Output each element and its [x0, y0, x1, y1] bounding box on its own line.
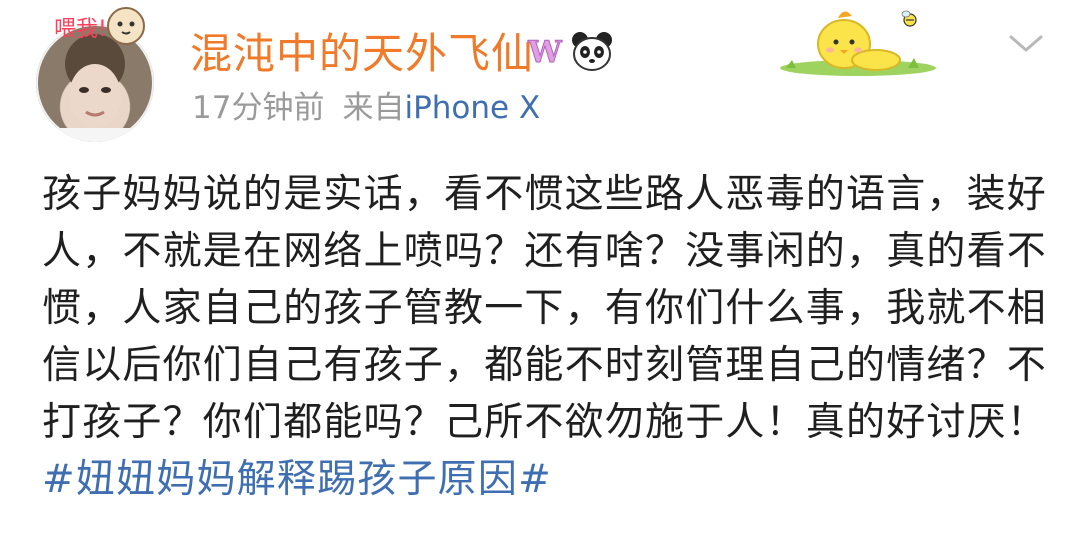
post-source-prefix: 来自	[342, 90, 405, 126]
svg-text:W: W	[527, 35, 563, 70]
avatar-sticker: 喂我!	[54, 7, 145, 45]
avatar-sticker-text: 喂我!	[54, 17, 107, 42]
chevron-down-icon[interactable]	[1006, 28, 1046, 58]
post-device-link[interactable]: iPhone X	[404, 90, 540, 126]
author-name[interactable]: 混沌中的天外飞仙	[190, 26, 534, 82]
post-meta: 17分钟前 来自iPhone X	[192, 86, 540, 130]
post-hashtag[interactable]: #妞妞妈妈解释踢孩子原因#	[42, 457, 552, 502]
post-time: 17分钟前	[192, 90, 325, 126]
chick-decoration	[780, 10, 936, 76]
post-text: 孩子妈妈说的是实话，看不惯这些路人恶毒的语言，装好人，不就是在网络上喷吗？还有啥…	[42, 172, 1048, 445]
post-body: 孩子妈妈说的是实话，看不惯这些路人恶毒的语言，装好人，不就是在网络上喷吗？还有啥…	[42, 166, 1052, 508]
panda-icon	[572, 32, 612, 71]
weibo-w-badge-icon[interactable]: W	[525, 32, 565, 72]
